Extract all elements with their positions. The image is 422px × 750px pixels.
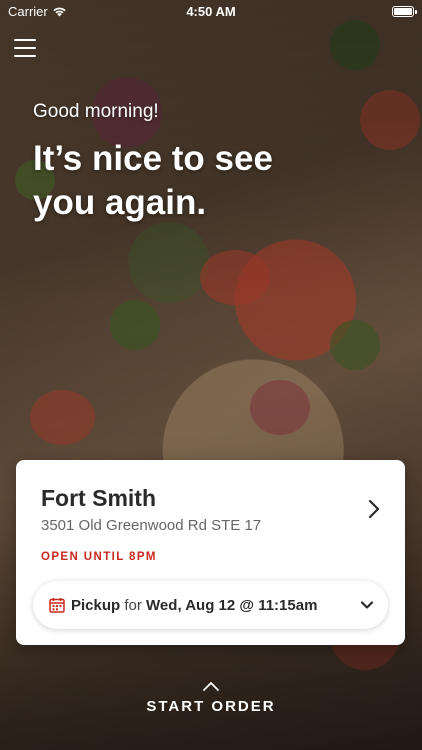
store-name: Fort Smith [41,485,156,511]
store-address: 3501 Old Greenwood Rd STE 17 [41,517,262,534]
greeting-salutation: Good morning! [33,101,159,122]
battery-icon [392,5,417,17]
chevron-right-icon[interactable] [367,498,381,520]
start-order-button[interactable]: START ORDER [0,680,422,716]
wifi-icon [53,7,66,16]
pickup-mode: Pickup [71,596,121,614]
pickup-datetime: Wed, Aug 12 @ 11:15am [146,596,318,614]
hamburger-menu-icon[interactable] [14,39,36,57]
location-card[interactable]: Fort Smith 3501 Old Greenwood Rd STE 17 … [16,460,405,645]
carrier-label: Carrier [8,3,48,19]
calendar-icon [49,598,65,613]
clock: 4:50 AM [186,3,236,19]
chevron-down-icon[interactable] [360,600,374,610]
chevron-up-icon [203,682,219,691]
status-bar: Carrier 4:50 AM [0,0,422,22]
greeting-headline: It’s nice to see you again. [33,139,273,222]
pickup-summary: Pickup for Wed, Aug 12 @ 11:15am [71,597,317,614]
start-order-label: START ORDER [146,698,276,715]
pickup-time-selector[interactable]: Pickup for Wed, Aug 12 @ 11:15am [33,581,388,629]
pickup-for-word: for [124,596,142,614]
store-hours-status: OPEN UNTIL 8PM [41,551,157,563]
